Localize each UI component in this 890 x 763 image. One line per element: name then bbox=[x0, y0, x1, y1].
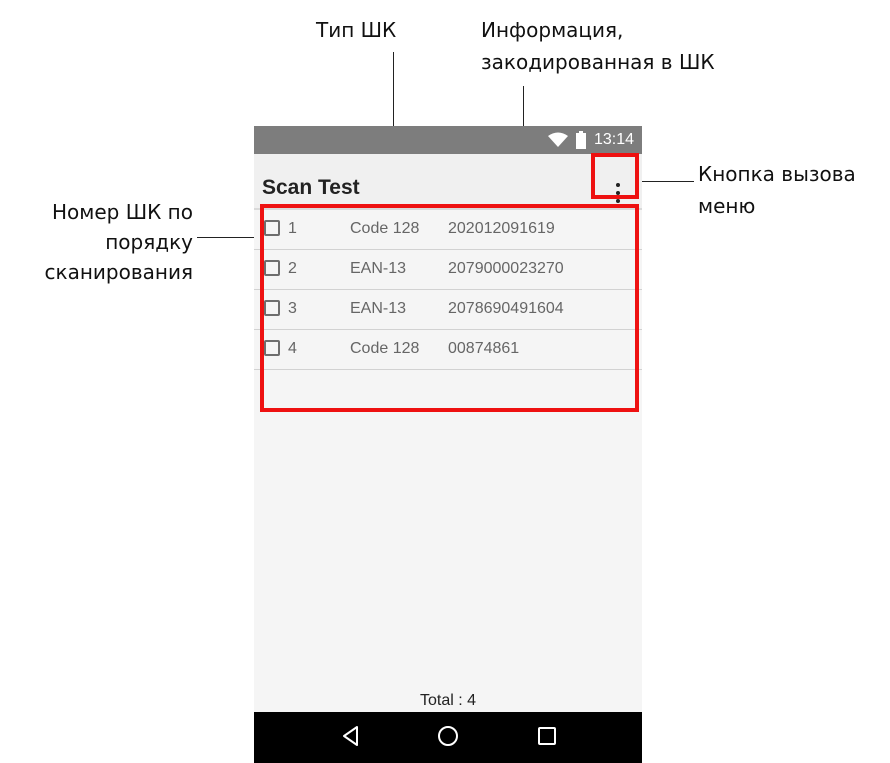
home-icon[interactable] bbox=[436, 724, 460, 752]
scan-number-label-line2: порядку bbox=[105, 230, 193, 254]
app-title: Scan Test bbox=[262, 176, 360, 199]
scan-number-label-line3: сканирования bbox=[44, 260, 194, 284]
wifi-icon bbox=[547, 132, 568, 148]
app-bar: Scan Test bbox=[254, 154, 642, 208]
encoded-info-label-line2: закодированная в ШК bbox=[481, 50, 715, 74]
battery-icon bbox=[575, 131, 586, 149]
scan-number-label-line1: Номер ШК по bbox=[52, 200, 193, 224]
back-icon[interactable] bbox=[341, 724, 361, 752]
status-bar: 13:14 bbox=[254, 126, 642, 154]
status-time: 13:14 bbox=[593, 131, 634, 148]
recents-icon[interactable] bbox=[536, 724, 558, 752]
total-count: Total : 4 bbox=[419, 692, 477, 709]
menu-button-label-line1: Кнопка вызова bbox=[698, 162, 856, 186]
list-highlight-box bbox=[260, 204, 639, 412]
menu-button-label-line2: меню bbox=[698, 194, 756, 218]
menu-button-highlight-box bbox=[591, 153, 639, 199]
nav-bar bbox=[254, 712, 642, 763]
encoded-info-label-line1: Информация, bbox=[481, 18, 624, 42]
barcode-type-label: Тип ШК bbox=[316, 18, 397, 42]
